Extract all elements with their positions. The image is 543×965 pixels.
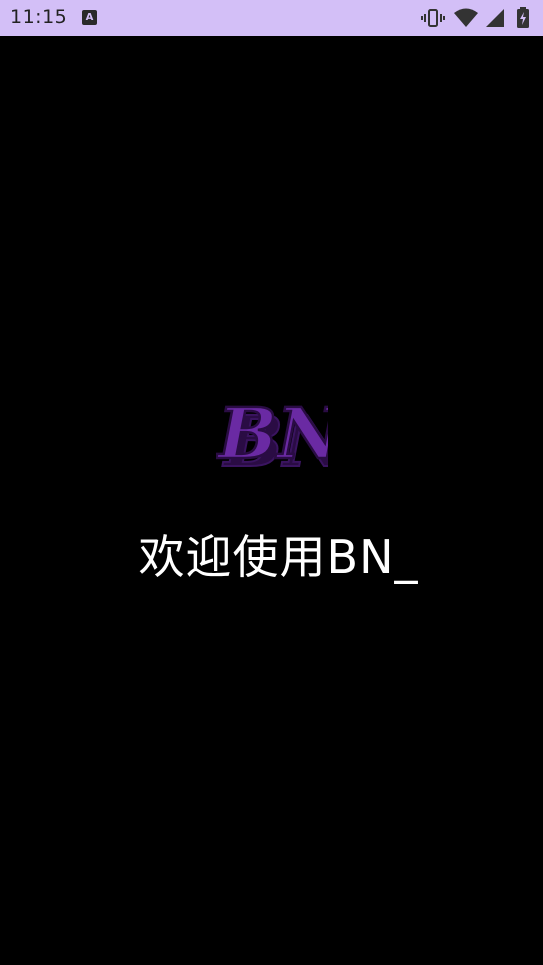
wifi-icon: [454, 8, 478, 27]
logo-text: BN: [216, 396, 328, 475]
status-time: 11:15: [10, 6, 68, 28]
notification-app-icon: A: [82, 10, 97, 25]
battery-charging-icon: [517, 7, 529, 28]
welcome-message: 欢迎使用BN_: [138, 530, 419, 584]
status-bar: 11:15 A: [0, 0, 543, 36]
vibrate-icon: [421, 9, 445, 27]
splash-screen: BN BN 欢迎使用BN_: [0, 36, 543, 965]
status-icons: [421, 6, 533, 30]
signal-icon: [486, 9, 504, 27]
app-logo: BN BN: [216, 396, 328, 478]
